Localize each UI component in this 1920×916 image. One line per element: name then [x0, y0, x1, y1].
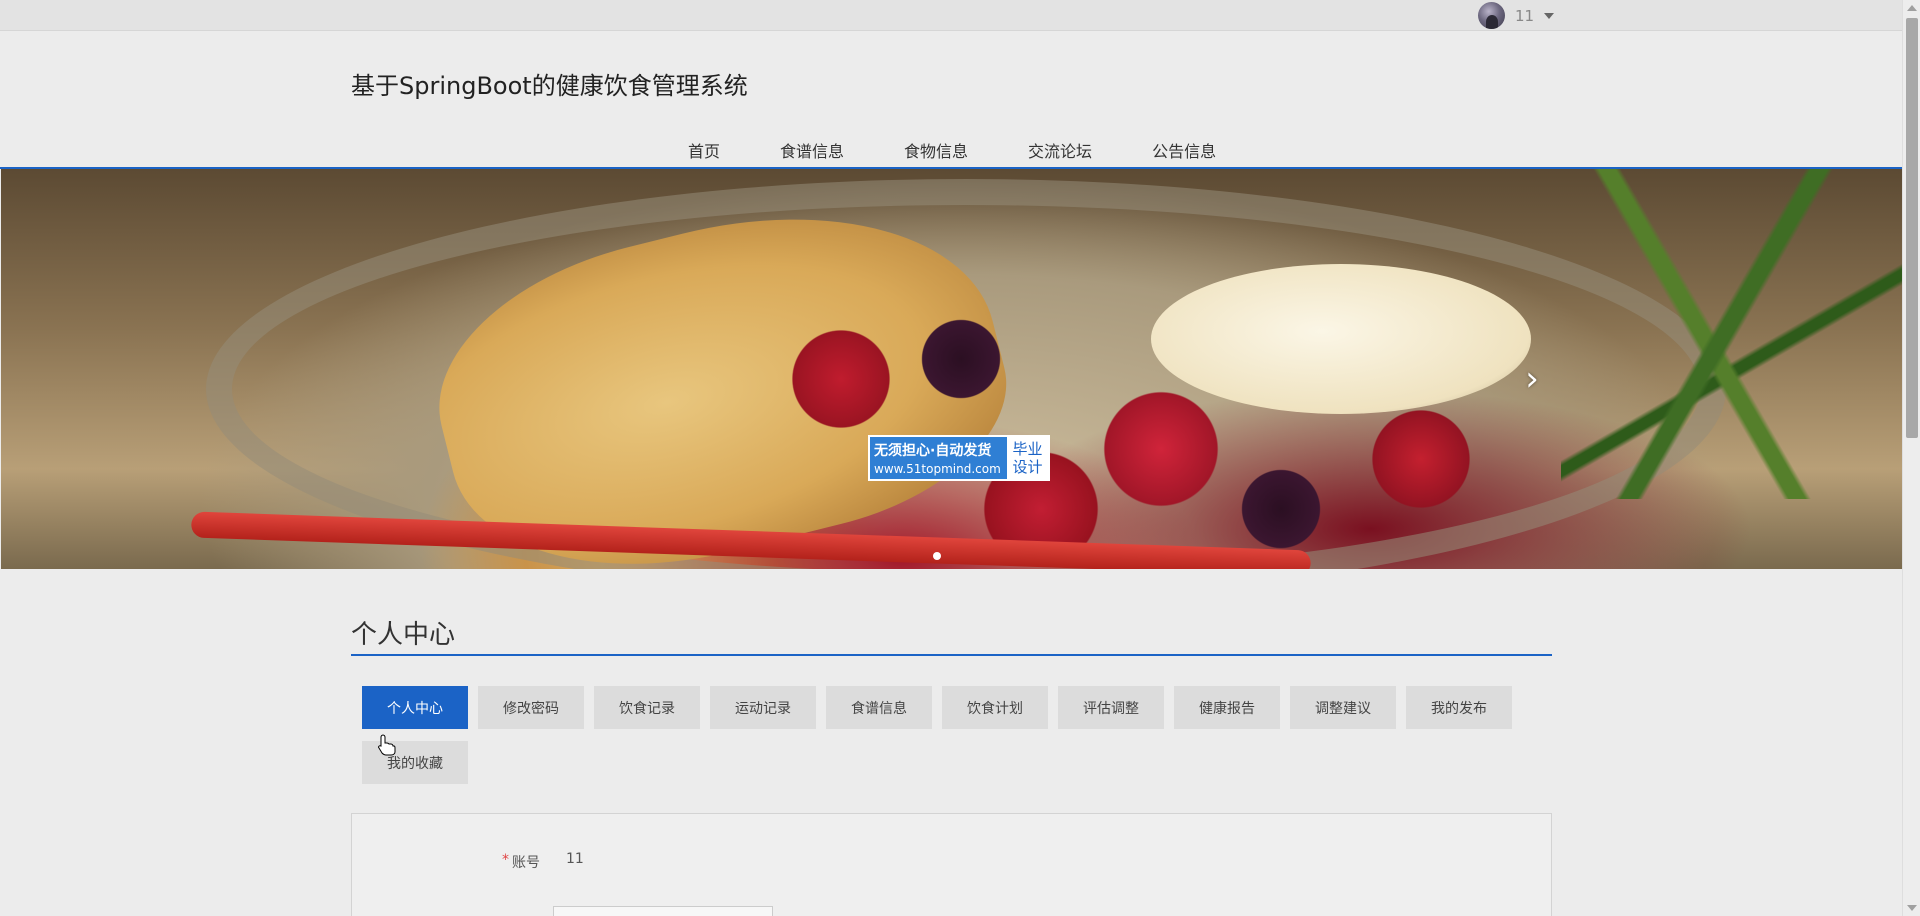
nav-item-forum[interactable]: 交流论坛 — [988, 134, 1112, 164]
tab-my-posts[interactable]: 我的发布 — [1406, 686, 1512, 729]
carousel-dot[interactable] — [933, 552, 941, 560]
site-title: 基于SpringBoot的健康饮食管理系统 — [351, 72, 748, 100]
nav-item-recipes[interactable]: 食谱信息 — [740, 134, 864, 164]
watermark-tag: 毕业设计 — [1006, 437, 1048, 479]
tab-exercise-records[interactable]: 运动记录 — [710, 686, 816, 729]
scroll-down-icon[interactable] — [1907, 905, 1917, 911]
tab-suggestions[interactable]: 调整建议 — [1290, 686, 1396, 729]
section-title: 个人中心 — [351, 620, 456, 650]
top-user-bar: 11 — [0, 0, 1902, 31]
tab-personal-center[interactable]: 个人中心 — [362, 686, 468, 729]
tab-diet-plan[interactable]: 饮食计划 — [942, 686, 1048, 729]
watermark-url: www.51topmind.com — [874, 462, 1001, 476]
tab-diet-records[interactable]: 饮食记录 — [594, 686, 700, 729]
scroll-thumb[interactable] — [1906, 18, 1918, 438]
section-divider — [351, 654, 1552, 656]
banner-cream-image — [1151, 264, 1531, 414]
tab-assessment[interactable]: 评估调整 — [1058, 686, 1164, 729]
tab-change-password[interactable]: 修改密码 — [478, 686, 584, 729]
caret-down-icon[interactable] — [1544, 12, 1555, 19]
tab-health-report[interactable]: 健康报告 — [1174, 686, 1280, 729]
next-field-input[interactable] — [553, 906, 773, 916]
watermark-badge: 无须担心·自动发货 www.51topmind.com 毕业设计 — [868, 435, 1050, 481]
nav-item-home[interactable]: 首页 — [668, 134, 740, 164]
scroll-up-icon[interactable] — [1907, 5, 1917, 11]
avatar[interactable] — [1478, 2, 1505, 29]
watermark-text: 无须担心·自动发货 www.51topmind.com — [870, 437, 1006, 479]
nav-item-notices[interactable]: 公告信息 — [1112, 134, 1236, 164]
main-nav: 首页 食谱信息 食物信息 交流论坛 公告信息 — [668, 134, 1236, 164]
banner-carousel[interactable]: › 无须担心·自动发货 www.51topmind.com 毕业设计 — [1, 169, 1902, 569]
hand-cursor-icon — [378, 734, 396, 756]
nav-item-foods[interactable]: 食物信息 — [864, 134, 988, 164]
account-value: 11 — [566, 851, 584, 867]
banner-leaves-image — [1561, 169, 1902, 499]
user-menu[interactable]: 11 — [1478, 2, 1555, 29]
tab-recipes[interactable]: 食谱信息 — [826, 686, 932, 729]
account-label: 账号 — [512, 855, 540, 871]
watermark-slogan: 无须担心·自动发货 — [874, 443, 992, 459]
username: 11 — [1515, 6, 1535, 25]
required-mark: * — [502, 852, 509, 868]
vertical-scrollbar[interactable] — [1902, 0, 1920, 916]
carousel-next-icon[interactable]: › — [1518, 359, 1546, 399]
